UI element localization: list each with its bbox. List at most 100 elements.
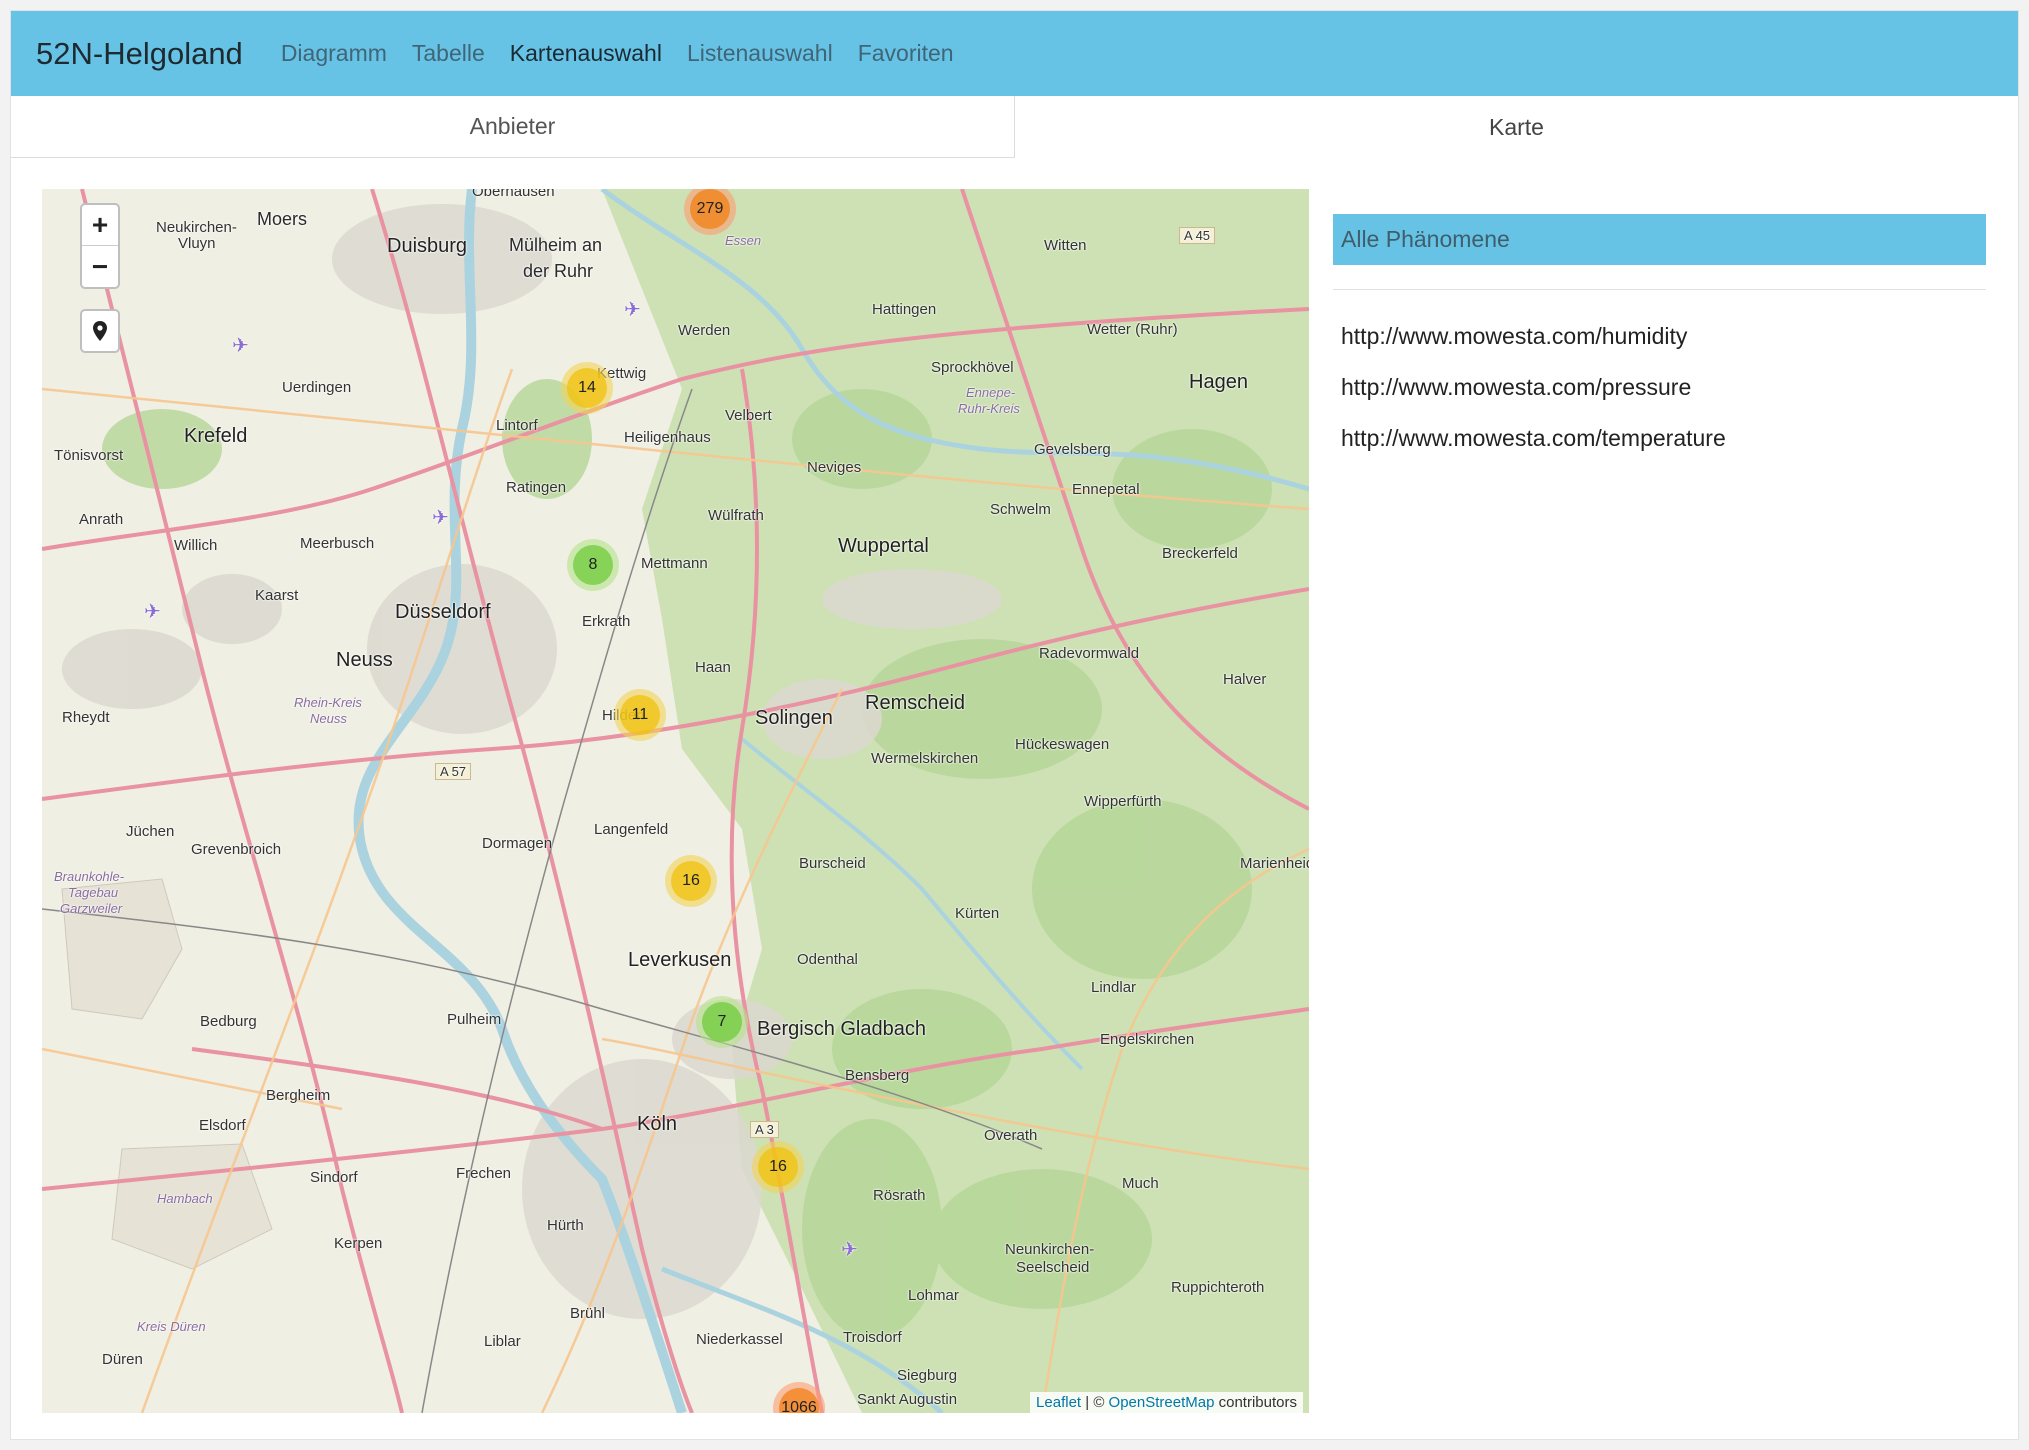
marker-cluster[interactable]: 8 [567, 539, 619, 591]
place-label: Niederkassel [696, 1331, 783, 1348]
airport-icon: ✈ [232, 335, 249, 357]
place-label: Düsseldorf [395, 601, 491, 623]
place-label: Essen [725, 233, 762, 248]
place-label: Sindorf [310, 1169, 358, 1186]
place-label: Meerbusch [300, 535, 375, 552]
zoom-out-button[interactable]: − [82, 246, 118, 287]
place-label: Rösrath [873, 1187, 926, 1204]
place-label: Much [1122, 1175, 1159, 1192]
place-label: Bedburg [200, 1013, 257, 1030]
place-label: Willich [174, 537, 218, 554]
place-label: Overath [984, 1127, 1038, 1144]
marker-cluster[interactable]: 7 [696, 996, 748, 1048]
place-label: Hagen [1189, 371, 1248, 393]
place-label: Odenthal [797, 951, 858, 968]
place-label: Witten [1044, 237, 1087, 254]
place-label: Velbert [725, 407, 772, 424]
phenomenon-item-humidity[interactable]: http://www.mowesta.com/humidity [1341, 323, 1726, 374]
cluster-count: 279 [690, 189, 730, 229]
place-label: Breckerfeld [1162, 545, 1238, 562]
cluster-count: 11 [620, 695, 660, 735]
place-label: Marienheide [1240, 855, 1309, 872]
place-label: Hürth [547, 1217, 584, 1234]
tab-bar: Anbieter Karte [11, 96, 2018, 158]
nav-link-tabelle[interactable]: Tabelle [412, 40, 485, 67]
road-shield: A 45 [1179, 227, 1216, 244]
place-label: Moers [257, 209, 308, 229]
nav-link-listenauswahl[interactable]: Listenauswahl [687, 40, 833, 67]
zoom-in-button[interactable]: + [82, 205, 118, 246]
place-label: Heiligenhaus [624, 429, 711, 446]
airport-icon: ✈ [841, 1239, 858, 1261]
place-label: Garzweiler [60, 901, 123, 916]
place-label: Haan [695, 659, 731, 676]
nav-link-favoriten[interactable]: Favoriten [858, 40, 954, 67]
place-label: Sankt Augustin [857, 1391, 958, 1408]
place-label: Neunkirchen- [1005, 1241, 1095, 1258]
marker-cluster[interactable]: 16 [752, 1141, 804, 1193]
place-label: Dormagen [482, 835, 553, 852]
place-label: Kreis Düren [137, 1319, 206, 1334]
road-shield: A 57 [435, 763, 472, 780]
attribution-suffix: contributors [1214, 1394, 1297, 1411]
marker-cluster[interactable]: 16 [665, 855, 717, 907]
airport-icon: ✈ [432, 507, 449, 529]
place-label: Neukirchen- [156, 219, 237, 236]
place-label: Engelskirchen [1100, 1031, 1195, 1048]
place-label: Liblar [484, 1333, 521, 1350]
place-label: Ennepetal [1072, 481, 1140, 498]
place-label: Wipperfürth [1084, 793, 1162, 810]
place-label: Hückeswagen [1015, 736, 1110, 753]
navbar: 52N-Helgoland Diagramm Tabelle Kartenaus… [11, 11, 2018, 96]
place-label: Oberhausen [472, 189, 555, 200]
place-label: Langenfeld [594, 821, 669, 838]
place-label: Siegburg [897, 1367, 958, 1384]
cluster-count: 16 [758, 1147, 798, 1187]
place-label: Erkrath [582, 613, 631, 630]
cluster-count: 14 [567, 368, 607, 408]
place-label: Burscheid [799, 855, 866, 872]
osm-link[interactable]: OpenStreetMap [1109, 1394, 1215, 1411]
place-label: Leverkusen [628, 949, 732, 971]
map-attribution: Leaflet | © OpenStreetMap contributors [1030, 1392, 1303, 1413]
place-label: Vluyn [178, 235, 216, 252]
phenomenon-item-pressure[interactable]: http://www.mowesta.com/pressure [1341, 374, 1726, 425]
phenomenon-item-temperature[interactable]: http://www.mowesta.com/temperature [1341, 425, 1726, 476]
place-label: Wermelskirchen [871, 750, 979, 767]
marker-cluster[interactable]: 11 [614, 689, 666, 741]
attribution-separator: | © [1081, 1394, 1109, 1411]
place-label: Hattingen [872, 301, 937, 318]
airport-icon: ✈ [624, 299, 641, 321]
place-label: Ennepe- [966, 385, 1016, 400]
place-label: Bergheim [266, 1087, 331, 1104]
nav-link-kartenauswahl[interactable]: Kartenauswahl [510, 40, 662, 67]
place-label: Kerpen [334, 1235, 383, 1252]
map-view[interactable]: Oberhausen Moers Duisburg Mülheim an der… [42, 189, 1309, 1413]
brand-title[interactable]: 52N-Helgoland [36, 36, 243, 72]
nav-link-diagramm[interactable]: Diagramm [281, 40, 387, 67]
marker-cluster[interactable]: 14 [561, 362, 613, 414]
leaflet-link[interactable]: Leaflet [1036, 1394, 1081, 1411]
place-label: Werden [678, 322, 731, 339]
place-label: Rheydt [62, 709, 110, 726]
place-label: Mülheim an [509, 235, 603, 255]
map-pin-icon [93, 321, 107, 341]
cluster-count: 1066 [779, 1388, 819, 1413]
place-label: Düren [102, 1351, 143, 1368]
place-label: Grevenbroich [191, 841, 282, 858]
place-label: Kaarst [255, 587, 299, 604]
tab-anbieter[interactable]: Anbieter [11, 96, 1015, 158]
phenomena-header[interactable]: Alle Phänomene [1333, 214, 1986, 265]
locate-button[interactable] [80, 309, 120, 353]
road-shield: A 3 [750, 1121, 779, 1138]
place-label: Wuppertal [838, 535, 929, 557]
place-label: Ruppichteroth [1171, 1279, 1265, 1296]
place-label: Anrath [79, 511, 124, 528]
tab-karte[interactable]: Karte [1015, 96, 2018, 158]
place-label: Bensberg [845, 1067, 910, 1084]
place-label: Köln [637, 1113, 678, 1135]
divider [1333, 289, 1986, 290]
place-label: Halver [1223, 671, 1267, 688]
airport-icon: ✈ [144, 601, 161, 623]
place-label: Ruhr-Kreis [958, 401, 1020, 416]
